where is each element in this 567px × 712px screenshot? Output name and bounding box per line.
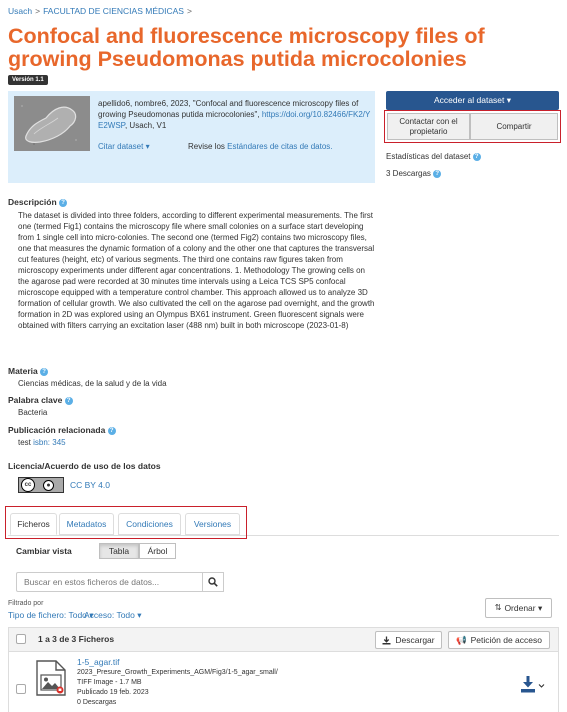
request-access-button[interactable]: 📢 Petición de acceso: [448, 631, 550, 649]
help-icon[interactable]: ?: [40, 367, 49, 376]
attribution-icon: ●: [43, 479, 54, 491]
download-icon: [382, 636, 391, 644]
breadcrumb-root[interactable]: Usach: [8, 6, 32, 16]
tree-view-button[interactable]: Árbol: [139, 543, 176, 559]
description-text: The dataset is divided into three folder…: [18, 211, 375, 330]
page-title: Confocal and fluorescence microscopy fil…: [8, 24, 485, 71]
downloads-count: 3 Descargas ?: [386, 169, 442, 178]
cc-logo-icon: cc: [21, 478, 35, 492]
file-path: 2023_Presure_Growth_Experiments_AGM/Fig3…: [77, 669, 278, 676]
dataset-stats-label: Estadísticas del dataset ?: [386, 152, 481, 161]
file-type-size: TIFF Image - 1.7 MB: [77, 679, 142, 686]
isbn-link[interactable]: isbn: 345: [33, 438, 65, 447]
citation-text: apellido6, nombre6, 2023, "Confocal and …: [98, 98, 372, 131]
table-view-button[interactable]: Tabla: [99, 543, 139, 559]
file-downloads-count: 0 Descargas: [77, 699, 117, 706]
change-view-label: Cambiar vista: [16, 546, 72, 556]
subject-label-text: Materia: [8, 366, 38, 376]
description-label: Descripción ?: [8, 197, 68, 207]
help-icon[interactable]: ?: [107, 426, 116, 435]
row-download-button[interactable]: [520, 675, 546, 695]
filter-label: Filtrado por: [8, 600, 44, 607]
keyword-label: Palabra clave ?: [8, 395, 73, 405]
related-publication-label-text: Publicación relacionada: [8, 425, 106, 435]
stats-label-text: Estadísticas del dataset: [386, 152, 471, 161]
contact-owner-button[interactable]: Contactar con el propietario: [387, 113, 470, 140]
breadcrumb-faculty[interactable]: FACULTAD DE CIENCIAS MÉDICAS: [43, 6, 184, 16]
citation-tail: , Usach, V1: [124, 121, 167, 130]
downloads-text: 3 Descargas: [386, 169, 431, 178]
search-button[interactable]: [202, 572, 224, 592]
version-badge: Versión 1.1: [8, 75, 48, 85]
request-access-label: Petición de acceso: [470, 635, 542, 645]
license-link[interactable]: CC BY 4.0: [70, 480, 110, 490]
subject-label: Materia ?: [8, 366, 49, 376]
tabs-highlight-box: [5, 506, 247, 539]
download-label: Descargar: [395, 635, 435, 645]
search-icon: [208, 577, 218, 587]
help-icon[interactable]: ?: [472, 152, 481, 161]
sort-label: Ordenar ▾: [504, 603, 543, 613]
license-label: Licencia/Acuerdo de uso de los datos: [8, 461, 161, 471]
cc-license-icon[interactable]: cc ●: [18, 477, 64, 493]
help-icon[interactable]: ?: [59, 198, 68, 207]
access-filter[interactable]: Acceso: Todo ▾: [84, 610, 142, 621]
file-name-link[interactable]: 1-5_agar.tif: [77, 657, 120, 667]
file-published-date: Publicado 19 feb. 2023: [77, 689, 149, 696]
download-icon: [521, 676, 545, 693]
image-file-icon: [36, 660, 66, 698]
keyword-label-text: Palabra clave: [8, 395, 63, 405]
breadcrumb: Usach > FACULTAD DE CIENCIAS MÉDICAS >: [8, 6, 195, 16]
standards-link[interactable]: Estándares de citas de datos.: [227, 142, 332, 151]
download-button[interactable]: Descargar: [375, 631, 442, 649]
help-icon[interactable]: ?: [433, 169, 442, 178]
keyword-value: Bacteria: [18, 408, 48, 417]
citation-standards: Revise los Estándares de citas de datos.: [188, 142, 333, 151]
subject-value: Ciencias médicas, de la salud y de la vi…: [18, 379, 167, 388]
sort-button[interactable]: ⇅ Ordenar ▾: [485, 598, 552, 618]
related-publication-label: Publicación relacionada ?: [8, 425, 116, 435]
sort-icon: ⇅: [494, 603, 502, 612]
files-count: 1 a 3 de 3 Ficheros: [38, 634, 115, 644]
megaphone-icon: 📢: [456, 635, 467, 645]
breadcrumb-separator: >: [35, 6, 41, 16]
breadcrumb-separator: >: [186, 6, 192, 16]
standards-prefix: Revise los: [188, 142, 228, 151]
dataset-thumbnail: [14, 96, 90, 151]
related-publication-value: test isbn: 345: [18, 438, 66, 447]
file-search-input[interactable]: [16, 572, 203, 592]
file-type-filter[interactable]: Tipo de fichero: Todo ▾: [8, 610, 94, 621]
row-checkbox[interactable]: [16, 684, 26, 694]
share-button[interactable]: Compartir: [470, 113, 558, 140]
publication-prefix: test: [18, 438, 34, 447]
select-all-checkbox[interactable]: [16, 634, 26, 644]
cite-dataset-dropdown[interactable]: Citar dataset ▾: [98, 142, 150, 151]
microscopy-image: [14, 96, 90, 151]
help-icon[interactable]: ?: [64, 396, 73, 405]
description-label-text: Descripción: [8, 197, 57, 207]
access-dataset-button[interactable]: Acceder al dataset ▾: [386, 91, 559, 110]
